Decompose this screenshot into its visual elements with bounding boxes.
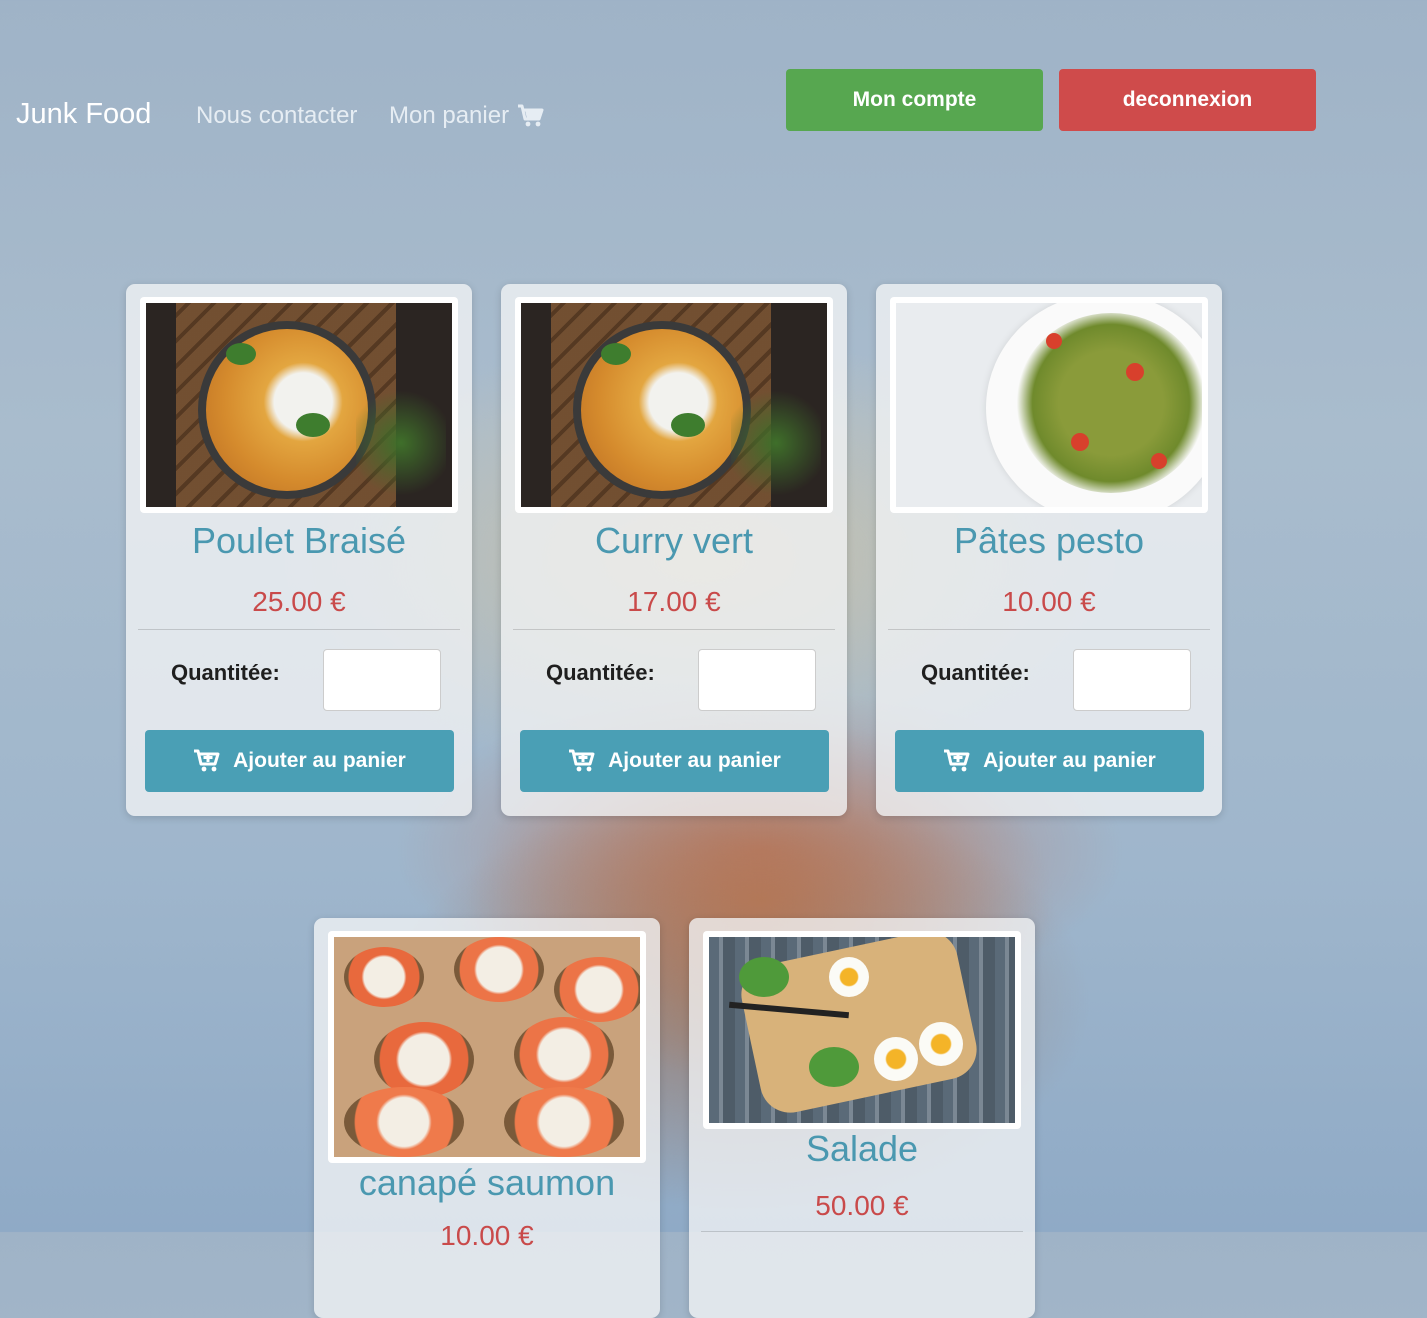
product-image (140, 297, 458, 513)
add-to-cart-button[interactable]: Ajouter au panier (520, 730, 829, 792)
product-card: Poulet Braisé 25.00 € Quantitée: Ajouter… (126, 284, 472, 816)
product-image (703, 931, 1021, 1129)
navbar: Junk Food Nous contacter Mon panier Mon … (0, 0, 1427, 180)
add-to-cart-button[interactable]: Ajouter au panier (895, 730, 1204, 792)
product-price: 10.00 € (440, 1220, 534, 1251)
product-name: Curry vert (594, 520, 753, 561)
product-price: 10.00 € (1002, 586, 1096, 617)
quantity-label: Quantitée: (921, 660, 1030, 685)
cart-plus-icon (569, 749, 595, 772)
brand-logo[interactable]: Junk Food (16, 98, 151, 131)
product-name: Pâtes pesto (953, 520, 1145, 561)
add-to-cart-label: Ajouter au panier (983, 749, 1156, 772)
product-name: canapé saumon (358, 1162, 616, 1203)
product-card: Salade 50.00 € (689, 918, 1035, 1318)
product-image (890, 297, 1208, 513)
add-to-cart-button[interactable]: Ajouter au panier (145, 730, 454, 792)
product-price: 50.00 € (815, 1190, 909, 1221)
quantity-input[interactable] (323, 649, 441, 711)
quantity-input[interactable] (1073, 649, 1191, 711)
quantity-label: Quantitée: (171, 660, 280, 685)
account-button[interactable]: Mon compte (786, 69, 1043, 131)
logout-button[interactable]: deconnexion (1059, 69, 1316, 131)
add-to-cart-label: Ajouter au panier (608, 749, 781, 772)
add-to-cart-label: Ajouter au panier (233, 749, 406, 772)
quantity-input[interactable] (698, 649, 816, 711)
divider (888, 629, 1210, 630)
product-price: 17.00 € (627, 586, 721, 617)
divider (138, 629, 460, 630)
product-card: Curry vert 17.00 € Quantitée: Ajouter au… (501, 284, 847, 816)
product-name: Poulet Braisé (191, 520, 407, 561)
quantity-label: Quantitée: (546, 660, 655, 685)
product-name: Salade (805, 1128, 919, 1169)
nav-contact-link[interactable]: Nous contacter (196, 102, 357, 130)
product-image (515, 297, 833, 513)
product-price: 25.00 € (252, 586, 346, 617)
shopping-cart-icon (518, 104, 544, 127)
nav-cart-link[interactable]: Mon panier (389, 102, 545, 130)
product-card: Pâtes pesto 10.00 € Quantitée: Ajouter a… (876, 284, 1222, 816)
nav-cart-label: Mon panier (389, 102, 510, 129)
cart-plus-icon (944, 749, 970, 772)
product-card: canapé saumon 10.00 € (314, 918, 660, 1318)
product-image (328, 931, 646, 1163)
divider (513, 629, 835, 630)
cart-plus-icon (194, 749, 220, 772)
